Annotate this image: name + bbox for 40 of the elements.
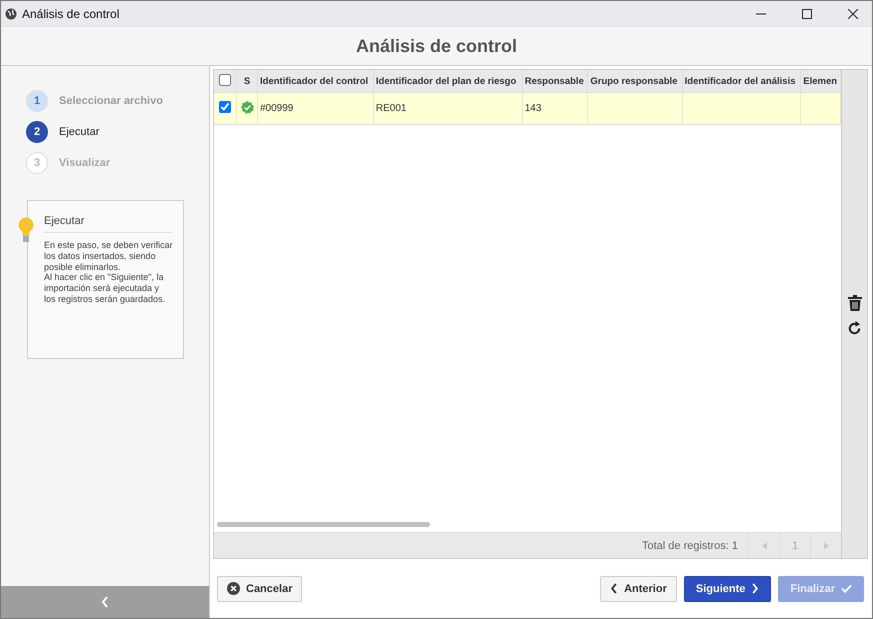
checkmark-icon: [841, 584, 852, 593]
maximize-icon[interactable]: [802, 9, 812, 19]
previous-button[interactable]: Anterior: [600, 576, 677, 602]
refresh-icon[interactable]: [847, 321, 862, 336]
trash-icon[interactable]: [848, 295, 862, 311]
column-header[interactable]: Responsable: [522, 70, 588, 92]
row-checkbox[interactable]: [219, 101, 231, 113]
close-icon[interactable]: [848, 9, 858, 19]
column-header[interactable]: S: [236, 70, 258, 92]
globe-icon: [5, 8, 17, 20]
step-number: 1: [26, 90, 48, 112]
column-header[interactable]: Identificador del análisis: [682, 70, 801, 92]
column-header[interactable]: Grupo responsable: [588, 70, 682, 92]
step-label: Visualizar: [59, 157, 110, 169]
triangle-left-icon: [762, 542, 766, 550]
step-number: 2: [26, 121, 48, 143]
chevron-left-icon: [101, 596, 109, 608]
column-header[interactable]: Identificador del plan de riesgo: [373, 70, 522, 92]
scrollbar-thumb[interactable]: [217, 522, 430, 527]
step-label: Ejecutar: [59, 126, 100, 138]
close-circle-icon: [227, 582, 240, 595]
next-button[interactable]: Siguiente: [684, 576, 772, 602]
table-cell: #00999: [260, 103, 294, 114]
lightbulb-icon: [18, 217, 34, 245]
chevron-right-icon: [751, 583, 760, 594]
help-text: En este paso, se deben verificar los datos insertados, siendo posible eliminarlos. Al hacer clic en "Siguiente", la importación será ejecutada y los registros serán guardados.: [44, 240, 173, 305]
cancel-button[interactable]: Cancelar: [217, 576, 302, 602]
step-number: 3: [26, 152, 48, 174]
window-title: Análisis de control: [22, 7, 120, 21]
table-cell: 143: [524, 103, 542, 114]
chevron-left-icon: [610, 583, 618, 594]
table-cell: RE001: [376, 103, 406, 114]
triangle-right-icon: [824, 542, 828, 550]
column-header[interactable]: Identificador del control: [258, 70, 374, 92]
record-count: Total de registros: 1: [642, 540, 739, 552]
help-title: Ejecutar: [44, 215, 173, 233]
step-label: Seleccionar archivo: [59, 95, 163, 107]
dialog-title: Análisis de control: [356, 36, 518, 56]
column-header[interactable]: Elemen: [800, 70, 840, 92]
select-all-checkbox[interactable]: [219, 74, 231, 86]
